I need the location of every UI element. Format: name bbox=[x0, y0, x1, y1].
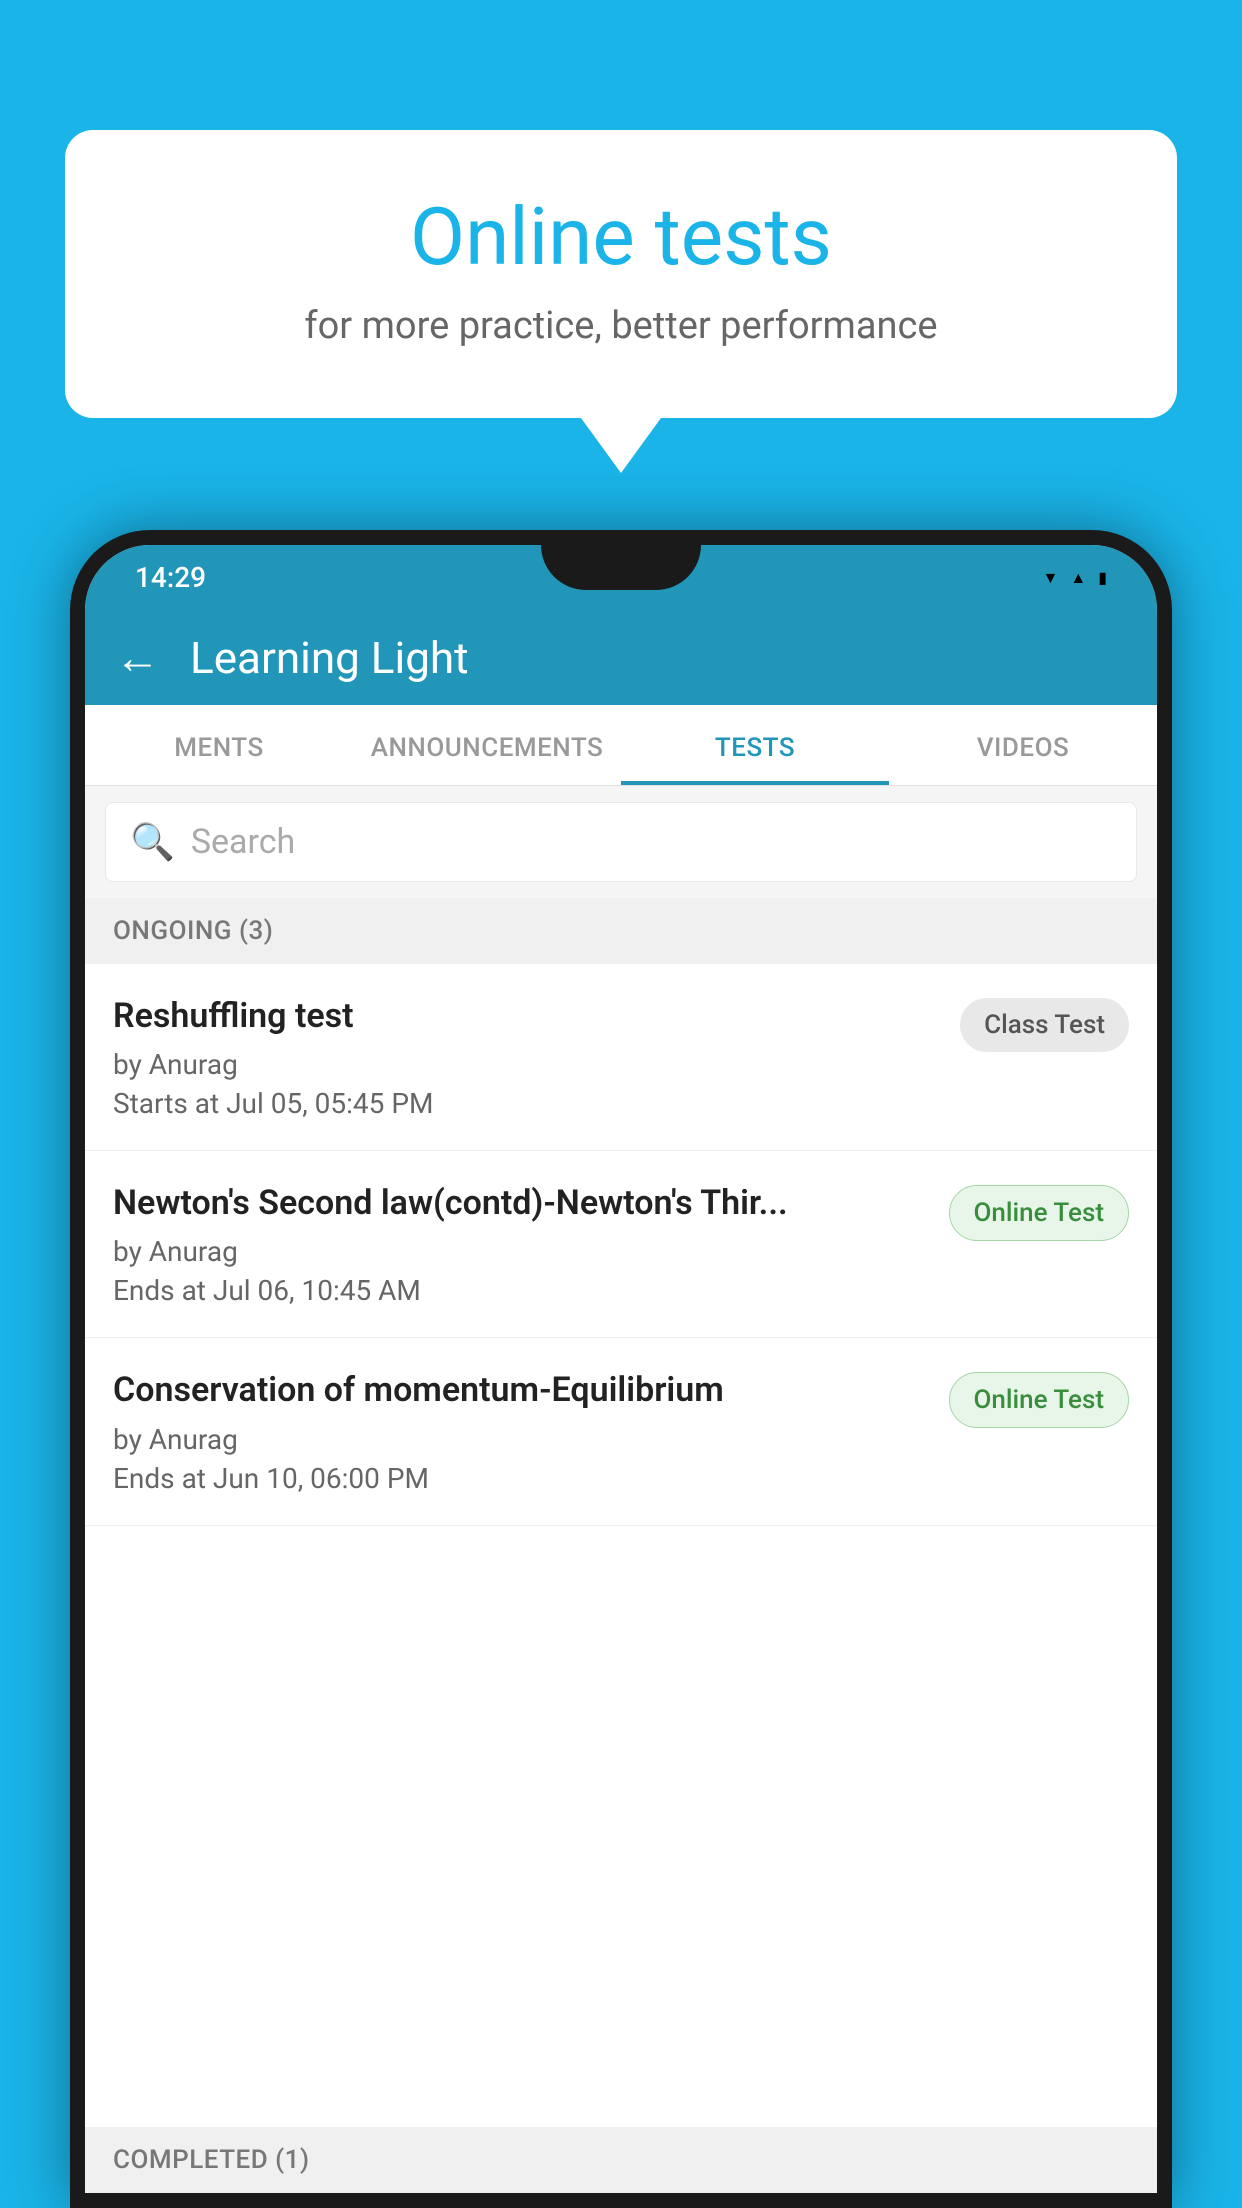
test-by-2: by Anurag bbox=[113, 1235, 929, 1268]
test-time-value-3: Jun 10, 06:00 PM bbox=[213, 1462, 429, 1495]
test-badge-1: Class Test bbox=[960, 998, 1129, 1052]
test-time-value-1: Jul 05, 05:45 PM bbox=[226, 1087, 433, 1120]
test-item-reshuffling[interactable]: Reshuffling test by Anurag Starts at Jul… bbox=[85, 964, 1157, 1151]
phone-inner: 14:29 ▼ ▲ ▮ ← Learning Light MENTS ANNOU… bbox=[85, 545, 1157, 2193]
battery-icon: ▮ bbox=[1098, 568, 1107, 587]
test-list: Reshuffling test by Anurag Starts at Jul… bbox=[85, 964, 1157, 1526]
test-name-2: Newton's Second law(contd)-Newton's Thir… bbox=[113, 1181, 929, 1225]
signal-icon: ▲ bbox=[1070, 568, 1086, 588]
test-time-label-3: Ends at bbox=[113, 1462, 206, 1495]
speech-bubble: Online tests for more practice, better p… bbox=[65, 130, 1177, 418]
test-badge-3: Online Test bbox=[949, 1372, 1130, 1428]
test-time-value-2: Jul 06, 10:45 AM bbox=[213, 1274, 421, 1307]
test-item-newtons[interactable]: Newton's Second law(contd)-Newton's Thir… bbox=[85, 1151, 1157, 1338]
test-time-label-2: Ends at bbox=[113, 1274, 206, 1307]
search-bar[interactable]: 🔍 Search bbox=[105, 802, 1137, 882]
status-bar: 14:29 ▼ ▲ ▮ bbox=[85, 545, 1157, 610]
completed-section-header: COMPLETED (1) bbox=[85, 2127, 1157, 2193]
test-info-2: Newton's Second law(contd)-Newton's Thir… bbox=[113, 1181, 949, 1307]
test-name-1: Reshuffling test bbox=[113, 994, 940, 1038]
app-header: ← Learning Light bbox=[85, 610, 1157, 705]
test-info-1: Reshuffling test by Anurag Starts at Jul… bbox=[113, 994, 960, 1120]
phone-frame: 14:29 ▼ ▲ ▮ ← Learning Light MENTS ANNOU… bbox=[70, 530, 1172, 2208]
test-item-conservation[interactable]: Conservation of momentum-Equilibrium by … bbox=[85, 1338, 1157, 1525]
test-badge-2: Online Test bbox=[949, 1185, 1130, 1241]
test-name-3: Conservation of momentum-Equilibrium bbox=[113, 1368, 929, 1412]
test-time-3: Ends at Jun 10, 06:00 PM bbox=[113, 1462, 929, 1495]
ongoing-section-header: ONGOING (3) bbox=[85, 898, 1157, 964]
tabs-container: MENTS ANNOUNCEMENTS TESTS VIDEOS bbox=[85, 705, 1157, 786]
search-placeholder: Search bbox=[191, 822, 295, 862]
status-time: 14:29 bbox=[135, 561, 206, 594]
test-time-1: Starts at Jul 05, 05:45 PM bbox=[113, 1087, 940, 1120]
search-container: 🔍 Search bbox=[85, 786, 1157, 898]
search-icon: 🔍 bbox=[130, 821, 175, 863]
tab-announcements[interactable]: ANNOUNCEMENTS bbox=[353, 705, 621, 785]
speech-bubble-container: Online tests for more practice, better p… bbox=[65, 130, 1177, 473]
phone-notch bbox=[541, 545, 701, 590]
test-time-label-1: Starts at bbox=[113, 1087, 219, 1120]
speech-bubble-title: Online tests bbox=[145, 190, 1097, 284]
speech-bubble-subtitle: for more practice, better performance bbox=[145, 304, 1097, 348]
test-by-1: by Anurag bbox=[113, 1048, 940, 1081]
tab-tests[interactable]: TESTS bbox=[621, 705, 889, 785]
test-by-3: by Anurag bbox=[113, 1423, 929, 1456]
tab-videos[interactable]: VIDEOS bbox=[889, 705, 1157, 785]
tab-ments[interactable]: MENTS bbox=[85, 705, 353, 785]
status-icons: ▼ ▲ ▮ bbox=[1043, 568, 1108, 588]
wifi-icon: ▼ bbox=[1043, 568, 1059, 588]
speech-bubble-arrow bbox=[581, 418, 661, 473]
test-time-2: Ends at Jul 06, 10:45 AM bbox=[113, 1274, 929, 1307]
app-title: Learning Light bbox=[190, 632, 469, 684]
back-button[interactable]: ← bbox=[115, 631, 160, 684]
test-info-3: Conservation of momentum-Equilibrium by … bbox=[113, 1368, 949, 1494]
